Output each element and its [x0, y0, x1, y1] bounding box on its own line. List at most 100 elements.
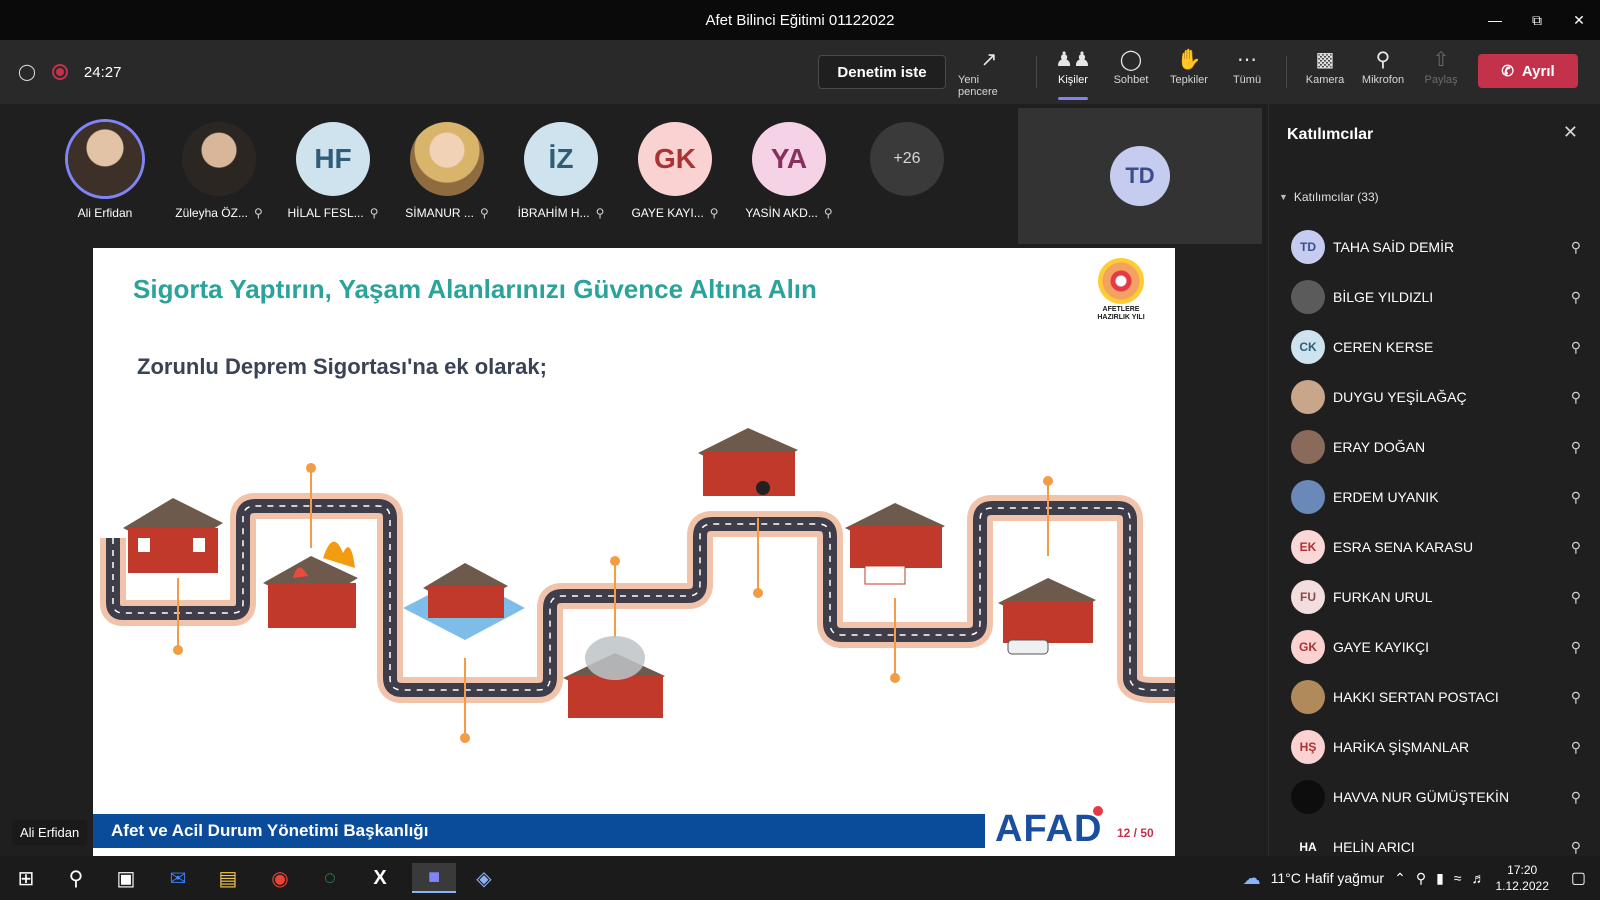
mic-off-icon: ⚲ — [1570, 238, 1581, 255]
chat-button[interactable]: ◯ Sohbet — [1100, 46, 1162, 98]
close-panel-icon[interactable]: ✕ — [1563, 122, 1578, 143]
more-label: Tümü — [1232, 74, 1262, 86]
system-tray: ☁ 11°C Hafif yağmur ⌃ ⚲ ▮ ≈ ♬ 17:20 1.12… — [1243, 856, 1600, 900]
share-button[interactable]: ⇧ Paylaş — [1410, 46, 1472, 98]
participant-name: TAHA SAİD DEMİR — [1333, 239, 1455, 255]
weather-text[interactable]: 11°C Hafif yağmur — [1271, 870, 1385, 886]
minimize-button[interactable]: — — [1474, 0, 1516, 40]
restore-button[interactable]: ⧉ — [1516, 0, 1558, 40]
mic-off-icon: ⚲ — [1375, 49, 1391, 71]
participant-row[interactable]: ERAY DOĞAN ⚲ — [1269, 422, 1600, 472]
mic-off-icon: ⚲ — [1570, 838, 1581, 855]
participants-panel: Katılımcılar ✕ ▼ Katılımcılar (33) TD TAH… — [1268, 104, 1600, 864]
participant-row[interactable]: HŞ HARİKA ŞİŞMANLAR ⚲ — [1269, 722, 1600, 772]
participant-name: Ali Erfidan — [77, 206, 133, 220]
participant-name: HELİN ARICI — [1333, 839, 1415, 855]
participant-row[interactable]: HAVVA NUR GÜMÜŞTEKİN ⚲ — [1269, 772, 1600, 822]
taskbar-mail[interactable]: ✉ — [156, 863, 200, 893]
chat-label: Sohbet — [1113, 74, 1149, 86]
mic-off-icon: ⚲ — [369, 206, 379, 220]
search-button[interactable]: ⚲ — [54, 863, 98, 893]
taskbar-chrome[interactable]: ◉ — [258, 863, 302, 893]
taskbar-paint[interactable]: ◈ — [462, 863, 506, 893]
participant-list: TD TAHA SAİD DEMİR ⚲ BİLGE YILDIZLI ⚲ CK CEREN… — [1269, 222, 1600, 872]
mic-off-icon: ⚲ — [595, 206, 605, 220]
participant-row[interactable]: GK GAYE KAYIKÇI ⚲ — [1269, 622, 1600, 672]
participant-strip: Ali Erfidan Züleyha ÖZ... ⚲ HF HİLAL FESL… — [0, 104, 1018, 246]
battery-icon[interactable]: ▮ — [1436, 870, 1444, 887]
video-tile[interactable]: TD — [1018, 108, 1262, 244]
mic-off-icon: ⚲ — [1570, 438, 1581, 455]
microphone-icon[interactable]: ⚲ — [1416, 870, 1426, 887]
clock-time: 17:20 — [1507, 863, 1538, 877]
house-car-crash — [998, 578, 1096, 655]
leave-button[interactable]: ✆ Ayrıl — [1478, 54, 1578, 88]
camera-button[interactable]: ▩ Kamera — [1294, 46, 1356, 98]
participant-tile[interactable]: Ali Erfidan — [50, 122, 160, 220]
participant-name: ERDEM UYANIK — [1333, 489, 1439, 505]
taskbar-teams[interactable]: ■ — [412, 863, 456, 893]
participant-tile[interactable]: Züleyha ÖZ... ⚲ — [164, 122, 274, 220]
participant-name: ERAY DOĞAN — [1333, 439, 1426, 455]
taskbar-edge[interactable]: ◌ — [308, 863, 352, 893]
participant-row[interactable]: TD TAHA SAİD DEMİR ⚲ — [1269, 222, 1600, 272]
request-control-button[interactable]: Denetim iste — [818, 55, 946, 89]
participant-tile[interactable]: SİMANUR ... ⚲ — [392, 122, 502, 220]
clock-date: 1.12.2022 — [1495, 879, 1549, 893]
taskbar-file-explorer[interactable]: ▤ — [206, 863, 250, 893]
participant-row[interactable]: CK CEREN KERSE ⚲ — [1269, 322, 1600, 372]
volume-icon[interactable]: ♬ — [1471, 870, 1485, 886]
chevron-up-icon[interactable]: ⌃ — [1394, 870, 1406, 887]
meeting-timer: 24:27 — [83, 63, 122, 81]
notifications-icon[interactable]: ▢ — [1571, 868, 1586, 888]
reaction-hand-icon: ✋ — [1176, 49, 1202, 71]
participant-name: GAYE KAYI... ⚲ — [631, 206, 719, 220]
people-button[interactable]: ♟♟ Kişiler — [1042, 46, 1104, 100]
participant-row[interactable]: FU FURKAN URUL ⚲ — [1269, 572, 1600, 622]
house-burglary — [698, 428, 798, 496]
participant-name: SİMANUR ... ⚲ — [405, 206, 489, 220]
avatar — [1291, 280, 1325, 314]
shield-icon[interactable]: ◯ — [18, 62, 36, 82]
avatar — [182, 122, 256, 196]
participant-tile[interactable]: HF HİLAL FESL... ⚲ — [278, 122, 388, 220]
mic-button[interactable]: ⚲ Mikrofon — [1352, 46, 1414, 98]
house-fire — [263, 541, 358, 628]
weather-cloud-icon[interactable]: ☁ — [1243, 868, 1261, 889]
leave-label: Ayrıl — [1521, 62, 1555, 80]
slide-footer: Afet ve Acil Durum Yönetimi Başkanlığı — [93, 814, 985, 848]
start-button[interactable]: ⊞ — [4, 863, 48, 893]
chrome-icon: ◉ — [271, 867, 289, 890]
afad-logo-dot — [1093, 806, 1103, 816]
section-label: Katılımcılar (33) — [1293, 190, 1379, 204]
participant-tile[interactable]: İZ İBRAHİM H... ⚲ — [506, 122, 616, 220]
participant-row[interactable]: DUYGU YEŞİLAĞAÇ ⚲ — [1269, 372, 1600, 422]
teams-icon: ■ — [427, 865, 441, 888]
mic-off-icon: ⚲ — [1570, 638, 1581, 655]
clock[interactable]: 17:20 1.12.2022 — [1495, 862, 1548, 894]
avatar: FU — [1291, 580, 1325, 614]
more-participants-count: +26 — [870, 122, 944, 196]
participants-section-header[interactable]: ▼ Katılımcılar (33) — [1279, 190, 1379, 204]
participant-row[interactable]: ERDEM UYANIK ⚲ — [1269, 472, 1600, 522]
more-actions-button[interactable]: ⋯ Tümü — [1216, 46, 1278, 98]
participant-row[interactable]: HAKKI SERTAN POSTACI ⚲ — [1269, 672, 1600, 722]
avatar: GK — [638, 122, 712, 196]
task-view-button[interactable]: ▣ — [104, 863, 148, 893]
avatar: İZ — [524, 122, 598, 196]
avatar — [1291, 430, 1325, 464]
taskbar-x-app[interactable]: X — [358, 863, 402, 893]
windows-icon: ⊞ — [17, 867, 35, 890]
participant-tile[interactable]: YA YASİN AKD... ⚲ — [734, 122, 844, 220]
participant-row[interactable]: BİLGE YILDIZLI ⚲ — [1269, 272, 1600, 322]
disaster-road-illustration — [100, 428, 1175, 743]
people-label: Kişiler — [1058, 74, 1088, 86]
reactions-button[interactable]: ✋ Tepkiler — [1158, 46, 1220, 98]
participant-row[interactable]: EK ESRA SENA KARASU ⚲ — [1269, 522, 1600, 572]
x-app-icon: X — [373, 866, 387, 889]
participant-tile[interactable]: GK GAYE KAYI... ⚲ — [620, 122, 730, 220]
more-participants[interactable]: +26 — [852, 122, 962, 196]
close-window-button[interactable]: ✕ — [1558, 0, 1600, 40]
new-window-button[interactable]: ↗ Yeni pencere — [958, 46, 1020, 98]
wifi-icon[interactable]: ≈ — [1454, 870, 1462, 886]
